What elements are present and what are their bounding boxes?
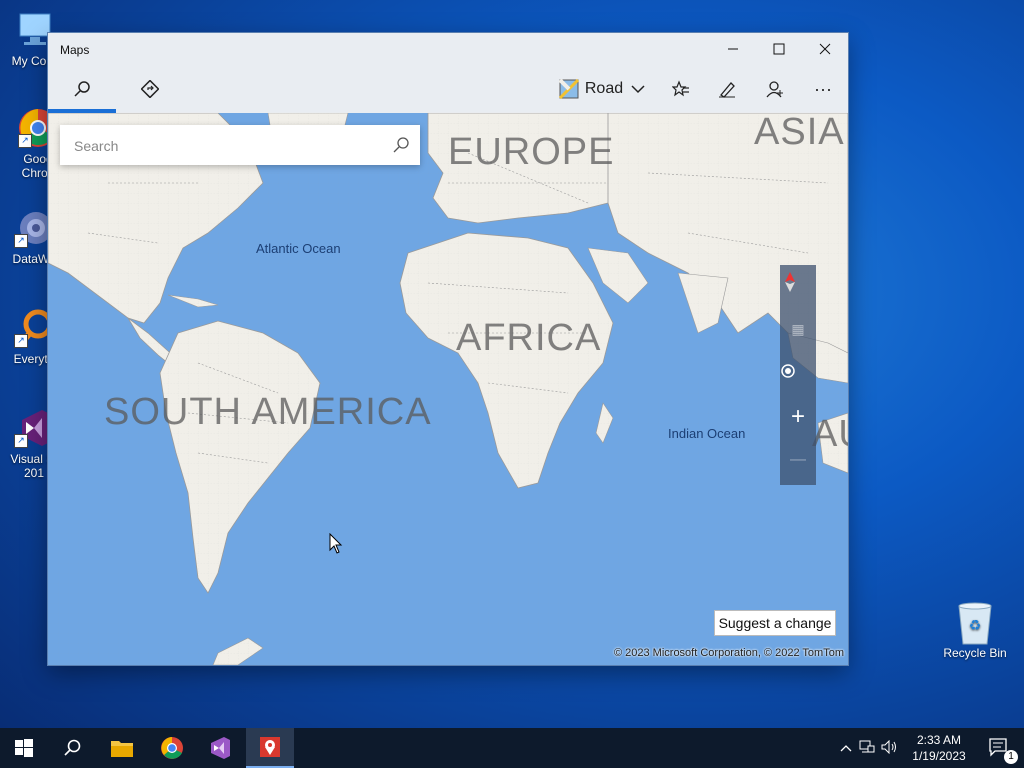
map-controls-panel: ▦ + — [780, 265, 816, 485]
taskbar-chrome[interactable] [148, 728, 196, 768]
map-style-icon [558, 79, 579, 99]
notification-count-badge: 1 [1004, 750, 1018, 764]
chevron-down-icon [631, 85, 645, 94]
search-icon [74, 81, 90, 97]
zoom-in-button[interactable]: + [780, 403, 816, 431]
close-button[interactable] [802, 33, 848, 65]
directions-icon [141, 80, 159, 98]
window-title: Maps [60, 43, 90, 57]
add-person-icon [766, 81, 783, 98]
label-europe: EUROPE [448, 131, 615, 173]
label-australia-partial: AU [812, 413, 848, 455]
favorites-icon [672, 80, 689, 97]
start-icon [15, 739, 33, 757]
account-button[interactable] [752, 65, 798, 113]
label-atlantic-ocean: Atlantic Ocean [256, 241, 341, 256]
search-input[interactable] [72, 135, 376, 157]
minimize-button[interactable] [710, 33, 756, 65]
active-tab-indicator [48, 109, 116, 113]
label-asia: ASIA [754, 111, 845, 153]
file-explorer-icon [111, 741, 133, 757]
taskbar-visual-studio[interactable] [196, 728, 244, 768]
search-icon [64, 739, 81, 756]
search-box[interactable] [60, 125, 420, 165]
search-tab[interactable] [58, 65, 106, 113]
more-options-button[interactable]: ··· [800, 65, 846, 113]
svg-text:♻: ♻ [969, 617, 982, 633]
desktop-icon-recycle-bin[interactable]: ♻ Recycle Bin [937, 600, 1013, 660]
search-icon[interactable] [392, 136, 410, 154]
label-indian-ocean: Indian Ocean [668, 426, 746, 441]
maximize-button[interactable] [756, 33, 802, 65]
maps-icon [260, 737, 280, 757]
mouse-cursor-icon [329, 533, 343, 554]
taskbar: 2:33 AM 1/19/2023 1 [0, 728, 1024, 768]
maps-toolbar: Road ··· [48, 65, 848, 113]
desktop-icon-label: Recycle Bin [943, 646, 1007, 660]
ink-button[interactable] [704, 65, 750, 113]
chrome-icon [161, 737, 183, 759]
map-style-dropdown[interactable]: Road [552, 65, 652, 113]
title-bar[interactable]: Maps [48, 33, 848, 65]
system-tray [836, 728, 900, 768]
volume-icon[interactable] [878, 739, 900, 757]
suggest-change-button[interactable]: Suggest a change [714, 610, 836, 636]
directions-tab[interactable] [126, 65, 174, 113]
network-icon[interactable] [856, 740, 878, 757]
action-center-button[interactable]: 1 [976, 728, 1024, 768]
taskbar-maps[interactable] [246, 728, 294, 768]
recycle-bin-icon: ♻ [953, 600, 997, 645]
taskbar-search-button[interactable] [48, 728, 96, 768]
chevron-up-icon[interactable] [836, 741, 856, 755]
ink-pen-icon [719, 82, 735, 98]
maps-window: EUROPE ASIA AFRICA SOUTH AMERICA AU Atla… [48, 33, 848, 665]
map-style-label: Road [584, 80, 624, 97]
label-south-america: SOUTH AMERICA [104, 391, 432, 433]
label-africa: AFRICA [456, 317, 602, 359]
map-copyright: © 2023 Microsoft Corporation, © 2022 Tom… [613, 647, 844, 659]
tilt-icon[interactable]: ▦ [780, 321, 816, 338]
taskbar-file-explorer[interactable] [98, 728, 146, 768]
clock-time: 2:33 AM [916, 733, 962, 747]
clock-date: 1/19/2023 [912, 749, 966, 763]
visual-studio-icon [211, 737, 230, 759]
start-button[interactable] [0, 728, 48, 768]
favorites-button[interactable] [658, 65, 704, 113]
zoom-out-button[interactable]: — [780, 451, 816, 469]
taskbar-clock[interactable]: 2:33 AM 1/19/2023 [900, 732, 978, 764]
